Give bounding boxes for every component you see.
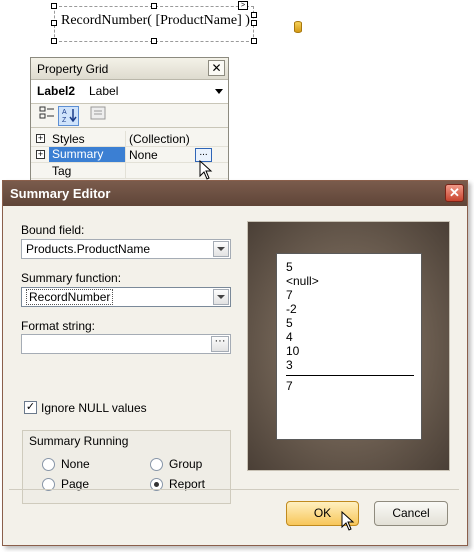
property-row-styles[interactable]: + Styles (Collection) [31, 131, 228, 147]
column-divider [125, 147, 126, 163]
property-pages-icon [90, 106, 105, 120]
property-value: (Collection) [129, 132, 190, 146]
summary-function-label: Summary function: [21, 271, 122, 285]
format-string-ellipsis-button[interactable]: ··· [211, 336, 229, 352]
column-divider [125, 163, 126, 179]
alphabetical-view-button[interactable]: A Z [58, 106, 79, 126]
bound-field-select[interactable]: Products.ProductName [21, 239, 231, 259]
property-grid-titlebar: Property Grid ✕ [31, 58, 228, 80]
selection-handle[interactable] [251, 38, 257, 44]
preview-value: -2 [286, 302, 297, 316]
object-name: Label2 [37, 84, 76, 98]
summary-running-group: Summary Running None Group Page Report [22, 430, 231, 504]
selection-handle[interactable] [151, 38, 157, 44]
report-label-text: RecordNumber( [ProductName] ) [61, 13, 250, 28]
property-pages-button[interactable] [87, 106, 108, 126]
running-none-radio[interactable] [42, 458, 55, 471]
preview-value: 3 [286, 358, 293, 372]
database-icon [294, 21, 302, 33]
smart-tag-icon[interactable]: > [238, 1, 248, 10]
preview-result: 7 [286, 379, 293, 393]
property-grid-close-button[interactable]: ✕ [208, 60, 225, 76]
selection-handle[interactable] [251, 20, 257, 26]
selection-handle[interactable] [251, 12, 257, 18]
preview-value: <null> [286, 274, 319, 288]
sort-az-icon: A Z [62, 109, 77, 124]
ignore-null-label: Ignore NULL values [41, 401, 147, 415]
format-string-label: Format string: [21, 319, 96, 333]
summary-running-title: Summary Running [29, 434, 129, 448]
column-divider [125, 131, 126, 147]
bound-field-label: Bound field: [21, 223, 85, 237]
preview-value: 7 [286, 288, 293, 302]
selection-handle[interactable] [51, 38, 57, 44]
report-label-control[interactable]: RecordNumber( [ProductName] ) [54, 6, 302, 42]
property-grid: Property Grid ✕ Label2 Label A Z + Style… [30, 57, 229, 192]
mouse-pointer-icon [341, 511, 355, 531]
dialog-titlebar: Summary Editor ✕ [3, 181, 467, 206]
mouse-pointer-icon [199, 160, 213, 180]
expand-plus-icon[interactable]: + [36, 134, 45, 143]
property-name: Summary [49, 147, 125, 162]
selection-handle[interactable] [51, 20, 57, 26]
svg-text:Z: Z [62, 117, 67, 123]
selection-handle[interactable] [151, 3, 157, 9]
running-group-label: Group [169, 457, 203, 471]
format-string-field[interactable]: ··· [21, 334, 231, 354]
cancel-button[interactable]: Cancel [374, 501, 448, 526]
settings-panel: Bound field: Products.ProductName Summar… [9, 212, 238, 504]
expand-plus-icon[interactable]: + [36, 150, 45, 159]
svg-text:A: A [62, 109, 67, 116]
ignore-null-checkbox[interactable]: ✓ [24, 401, 37, 414]
object-type: Label [89, 84, 119, 98]
property-name: Tag [52, 164, 72, 178]
summary-editor-dialog: Summary Editor ✕ Bound field: Products.P… [2, 180, 468, 546]
categorized-icon [39, 106, 54, 119]
property-grid-toolbar: A Z [31, 104, 228, 128]
preview-value: 5 [286, 316, 293, 330]
preview-value: 10 [286, 344, 300, 358]
summary-function-value: RecordNumber [26, 289, 114, 305]
object-selector[interactable]: Label2 Label [31, 80, 228, 104]
dialog-close-button[interactable]: ✕ [445, 184, 464, 202]
property-grid-title: Property Grid [37, 62, 109, 76]
chevron-down-icon [215, 89, 223, 94]
running-none-label: None [61, 457, 90, 471]
running-group-radio[interactable] [150, 458, 163, 471]
preview-panel: 5 <null> 7 -2 5 4 10 3 7 [247, 221, 450, 471]
property-name: Styles [52, 132, 85, 146]
dialog-title: Summary Editor [10, 186, 111, 201]
bound-field-value: Products.ProductName [26, 242, 151, 256]
chevron-down-icon[interactable] [213, 241, 229, 257]
preview-page: 5 <null> 7 -2 5 4 10 3 7 [276, 253, 422, 440]
categorized-view-button[interactable] [36, 106, 57, 126]
chevron-down-icon[interactable] [213, 289, 229, 305]
selection-handle[interactable] [51, 3, 57, 9]
preview-value: 4 [286, 330, 293, 344]
property-value: None [129, 148, 158, 162]
dialog-separator [9, 489, 459, 490]
preview-separator [286, 375, 414, 376]
summary-function-select[interactable]: RecordNumber [21, 287, 231, 307]
preview-value: 5 [286, 260, 293, 274]
